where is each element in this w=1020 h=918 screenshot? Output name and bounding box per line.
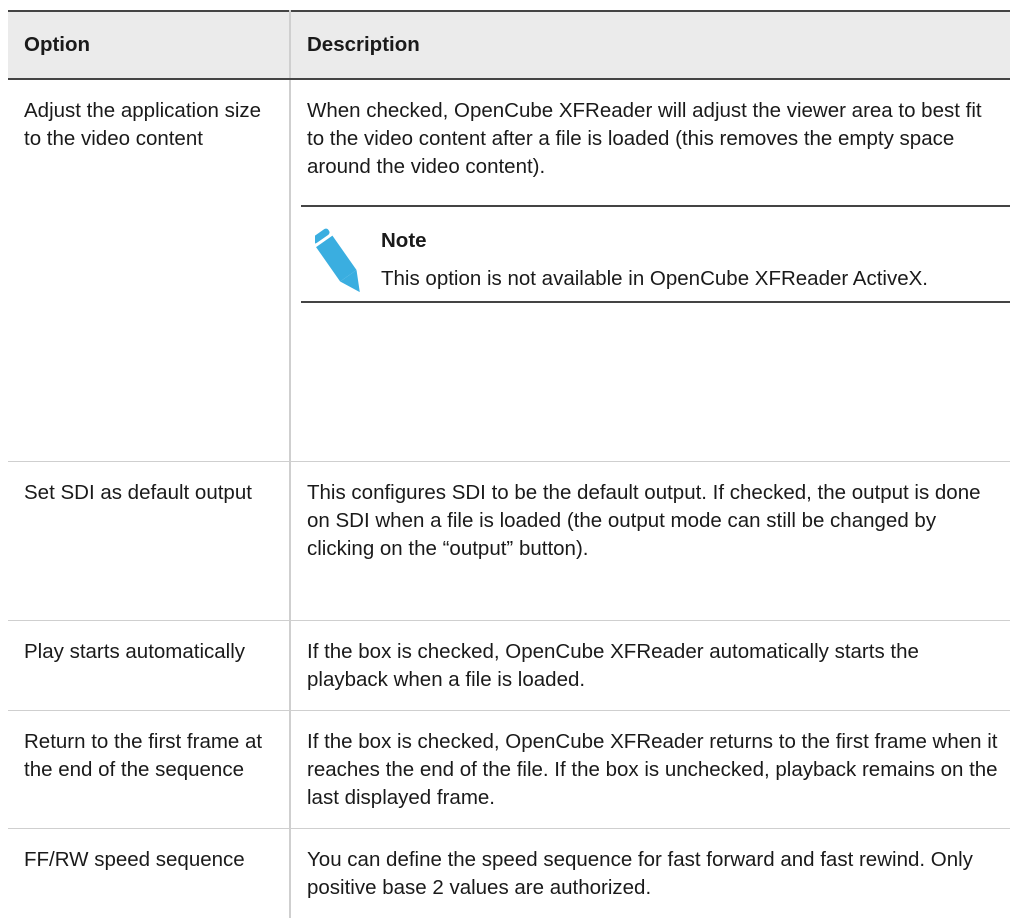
option-cell: Return to the first frame at the end of …	[8, 710, 291, 829]
pencil-icon	[315, 228, 360, 293]
description-cell: This configures SDI to be the default ou…	[290, 461, 1010, 621]
table-row: Play starts automatically If the box is …	[8, 620, 1010, 711]
table-row: FF/RW speed sequence You can define the …	[8, 828, 1010, 918]
description-cell: When checked, OpenCube XFReader will adj…	[290, 79, 1010, 462]
description-text: When checked, OpenCube XFReader will adj…	[307, 99, 982, 178]
note-title: Note	[381, 229, 427, 252]
column-header-option: Option	[8, 10, 291, 80]
table-row: Return to the first frame at the end of …	[8, 710, 1010, 829]
note-text: This option is not available in OpenCube…	[381, 267, 928, 290]
option-cell: Adjust the application size to the video…	[8, 79, 291, 462]
description-cell: If the box is checked, OpenCube XFReader…	[290, 710, 1010, 829]
option-cell: Set SDI as default output	[8, 461, 291, 621]
note-box: Note This option is not available in Ope…	[301, 205, 1010, 303]
table-row: Set SDI as default output This configure…	[8, 461, 1010, 621]
option-cell: FF/RW speed sequence	[8, 828, 291, 918]
options-table: Option Description Adjust the applicatio…	[8, 10, 1010, 918]
option-cell: Play starts automatically	[8, 620, 291, 711]
table-header-row: Option Description	[8, 10, 1010, 80]
column-header-description: Description	[290, 10, 1010, 80]
description-cell: If the box is checked, OpenCube XFReader…	[290, 620, 1010, 711]
description-cell: You can define the speed sequence for fa…	[307, 847, 973, 899]
table-row: Adjust the application size to the video…	[8, 79, 1010, 462]
